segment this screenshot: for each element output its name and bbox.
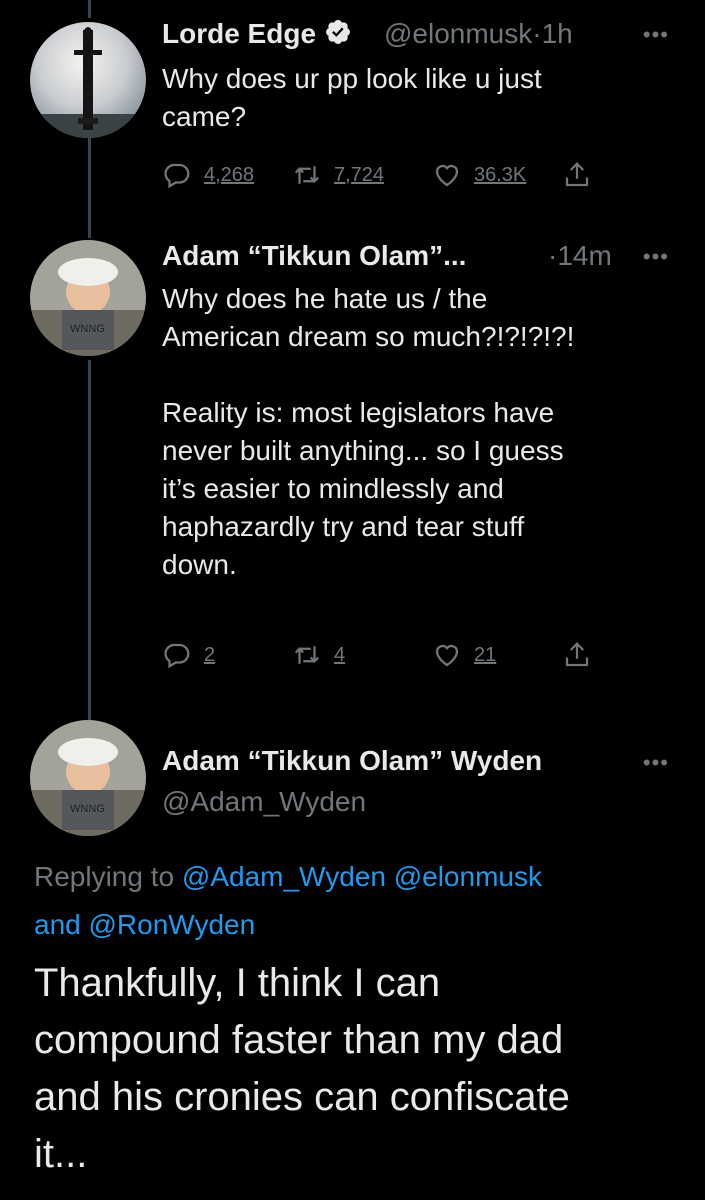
like-button[interactable]: 36.3K — [432, 160, 526, 190]
share-icon — [565, 162, 589, 187]
author-handle[interactable]: @Adam_Wyden — [162, 786, 366, 818]
avatar[interactable]: WNNG — [30, 720, 146, 836]
svg-text:WNNG: WNNG — [70, 323, 105, 335]
heart-icon — [435, 164, 459, 187]
avatar[interactable] — [30, 22, 146, 138]
avatar-child-photo: WNNG — [30, 720, 146, 836]
reply-handle-link[interactable]: @Adam_Wyden — [182, 861, 386, 892]
tweet-text: Why does he hate us / the American dream… — [162, 283, 575, 580]
like-button[interactable]: 21 — [432, 640, 496, 670]
retweet-icon — [294, 646, 320, 664]
share-button[interactable] — [562, 640, 592, 670]
retweet-icon — [294, 166, 320, 184]
reply-handle-link[interactable]: @RonWyden — [89, 909, 256, 940]
tweet-meta: @elonmusk·1h — [384, 18, 573, 49]
retweet-button[interactable]: 7,724 — [292, 160, 384, 190]
reply-icon — [164, 643, 190, 669]
author-handle[interactable]: @elonmusk — [384, 18, 532, 49]
avatar[interactable]: WNNG — [30, 240, 146, 356]
thread-line-2 — [88, 360, 91, 720]
reply-button[interactable]: 4,268 — [162, 160, 254, 190]
share-button[interactable] — [562, 160, 592, 190]
timestamp[interactable]: 1h — [542, 18, 573, 49]
thread-line-1 — [88, 138, 91, 238]
tweet-text: Thankfully, I think I can compound faste… — [34, 961, 570, 1176]
reply-icon — [164, 163, 190, 189]
avatar-starship-image — [30, 22, 146, 138]
tweet-meta: ·14m — [548, 240, 612, 271]
reply-and-link[interactable]: and — [34, 909, 81, 940]
more-horizontal-icon[interactable]: ••• — [643, 22, 669, 48]
tweet-text: Why does ur pp look like u just came? — [162, 63, 542, 132]
reply-handle-link[interactable]: @elonmusk — [394, 861, 542, 892]
thread-line-top — [88, 0, 91, 18]
author-name[interactable]: Adam “Tikkun Olam”... — [162, 240, 466, 272]
replying-to: Replying to @Adam_Wyden @elonmusk and @Ro… — [34, 861, 542, 940]
svg-text:WNNG: WNNG — [70, 803, 105, 815]
avatar-child-photo: WNNG — [30, 240, 146, 356]
reply-button[interactable]: 2 — [162, 640, 215, 670]
author-name[interactable]: Adam “Tikkun Olam” Wyden — [162, 745, 542, 777]
timestamp[interactable]: 14m — [557, 240, 611, 271]
share-icon — [565, 642, 589, 667]
more-horizontal-icon[interactable]: ••• — [643, 750, 669, 776]
verified-badge-icon — [324, 18, 352, 53]
retweet-button[interactable]: 4 — [292, 640, 345, 670]
author-name[interactable]: Lorde Edge — [162, 18, 352, 53]
more-horizontal-icon[interactable]: ••• — [643, 244, 669, 270]
heart-icon — [435, 644, 459, 667]
